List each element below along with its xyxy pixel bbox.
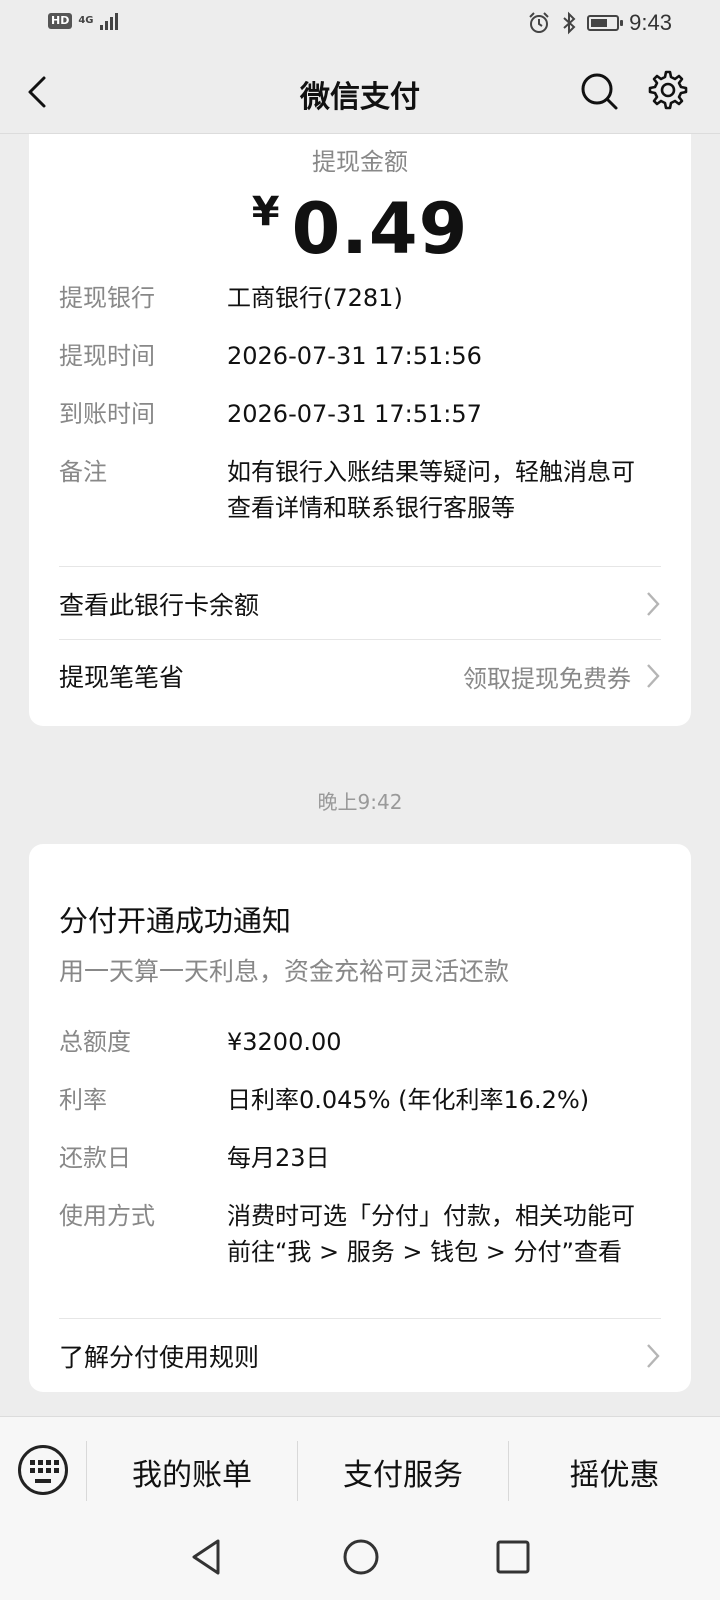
divider — [59, 566, 661, 567]
network-type: 4G — [78, 15, 94, 26]
field-row: 使用方式 消费时可选「分付」付款，相关功能可 前往“我 > 服务 > 钱包 > … — [59, 1198, 661, 1278]
keyboard-icon[interactable] — [18, 1445, 68, 1495]
chevron-right-icon — [647, 592, 660, 616]
menu-my-bills[interactable]: 我的账单 — [87, 1417, 297, 1527]
view-balance-link[interactable]: 查看此银行卡余额 — [59, 568, 661, 640]
field-key: 利率 — [59, 1086, 107, 1114]
field-value: 2026-07-31 17:51:57 — [227, 400, 482, 428]
usage-line-1: 消费时可选「分付」付款，相关功能可 — [227, 1202, 635, 1230]
search-icon[interactable] — [578, 70, 620, 112]
field-key: 提现银行 — [59, 284, 155, 312]
gear-icon[interactable] — [646, 68, 690, 112]
amount-label: 提现金额 — [312, 148, 408, 176]
field-value: 工商银行(7281) — [227, 284, 403, 312]
field-key: 使用方式 — [59, 1202, 155, 1230]
chevron-right-icon — [647, 664, 660, 688]
field-key: 总额度 — [59, 1028, 131, 1056]
divider — [59, 1318, 661, 1319]
usage-line-2: 前往“我 > 服务 > 钱包 > 分付”查看 — [227, 1238, 622, 1266]
withdrawal-card[interactable]: 提现金额 ¥0.49 提现银行 工商银行(7281) 提现时间 2026-07-… — [29, 134, 691, 726]
field-value: 2026-07-31 17:51:56 — [227, 342, 482, 370]
field-row: 备注 如有银行入账结果等疑问，轻触消息可 查看详情和联系银行客服等 — [59, 454, 661, 534]
currency-symbol: ¥ — [251, 189, 280, 235]
credit-notice-card[interactable]: 分付开通成功通知 用一天算一天利息，资金充裕可灵活还款 总额度 ¥3200.00… — [29, 844, 691, 1392]
notice-subtitle: 用一天算一天利息，资金充裕可灵活还款 — [59, 957, 510, 986]
alarm-icon — [529, 12, 549, 33]
menu-shake-deals[interactable]: 摇优惠 — [509, 1417, 720, 1527]
bottom-menu: 我的账单 支付服务 摇优惠 — [0, 1416, 720, 1526]
message-timestamp: 晚上9:42 — [317, 790, 403, 814]
recents-square-icon[interactable] — [492, 1536, 534, 1578]
note-line-2: 查看详情和联系银行客服等 — [227, 494, 515, 522]
link-label: 提现笔笔省 — [59, 663, 185, 692]
back-triangle-icon[interactable] — [188, 1536, 226, 1578]
amount-value: 0.49 — [291, 188, 469, 270]
hd-badge: HD — [48, 13, 73, 29]
field-value: 日利率0.045% (年化利率16.2%) — [227, 1086, 590, 1114]
status-bar: HD 4G 9:43 — [0, 0, 720, 50]
free-coupon-text: 领取提现免费券 — [463, 664, 631, 693]
field-key: 备注 — [59, 458, 107, 486]
note-line-1: 如有银行入账结果等疑问，轻触消息可 — [227, 458, 635, 486]
field-value: 每月23日 — [227, 1144, 330, 1172]
field-value: 消费时可选「分付」付款，相关功能可 前往“我 > 服务 > 钱包 > 分付”查看 — [227, 1198, 661, 1270]
field-value: ¥3200.00 — [227, 1028, 342, 1056]
bluetooth-icon — [563, 11, 576, 35]
link-label: 了解分付使用规则 — [59, 1343, 260, 1372]
field-key: 提现时间 — [59, 342, 155, 370]
home-circle-icon[interactable] — [340, 1536, 382, 1578]
menu-pay-services[interactable]: 支付服务 — [298, 1417, 508, 1527]
system-nav-bar — [0, 1526, 720, 1600]
link-label: 查看此银行卡余额 — [59, 591, 260, 620]
field-value: 如有银行入账结果等疑问，轻触消息可 查看详情和联系银行客服等 — [227, 454, 661, 526]
signal-icon — [99, 12, 118, 30]
credit-rules-link[interactable]: 了解分付使用规则 — [59, 1320, 661, 1392]
status-time: 9:43 — [629, 10, 672, 35]
notice-title: 分付开通成功通知 — [59, 904, 292, 938]
fee-saver-link[interactable]: 提现笔笔省 领取提现免费券 — [59, 640, 661, 712]
field-key: 还款日 — [59, 1144, 131, 1172]
chevron-right-icon — [647, 1344, 660, 1368]
withdrawal-amount: ¥0.49 — [29, 188, 691, 270]
field-key: 到账时间 — [59, 400, 155, 428]
top-nav-bar: 微信支付 — [0, 50, 720, 134]
battery-icon — [587, 15, 624, 31]
